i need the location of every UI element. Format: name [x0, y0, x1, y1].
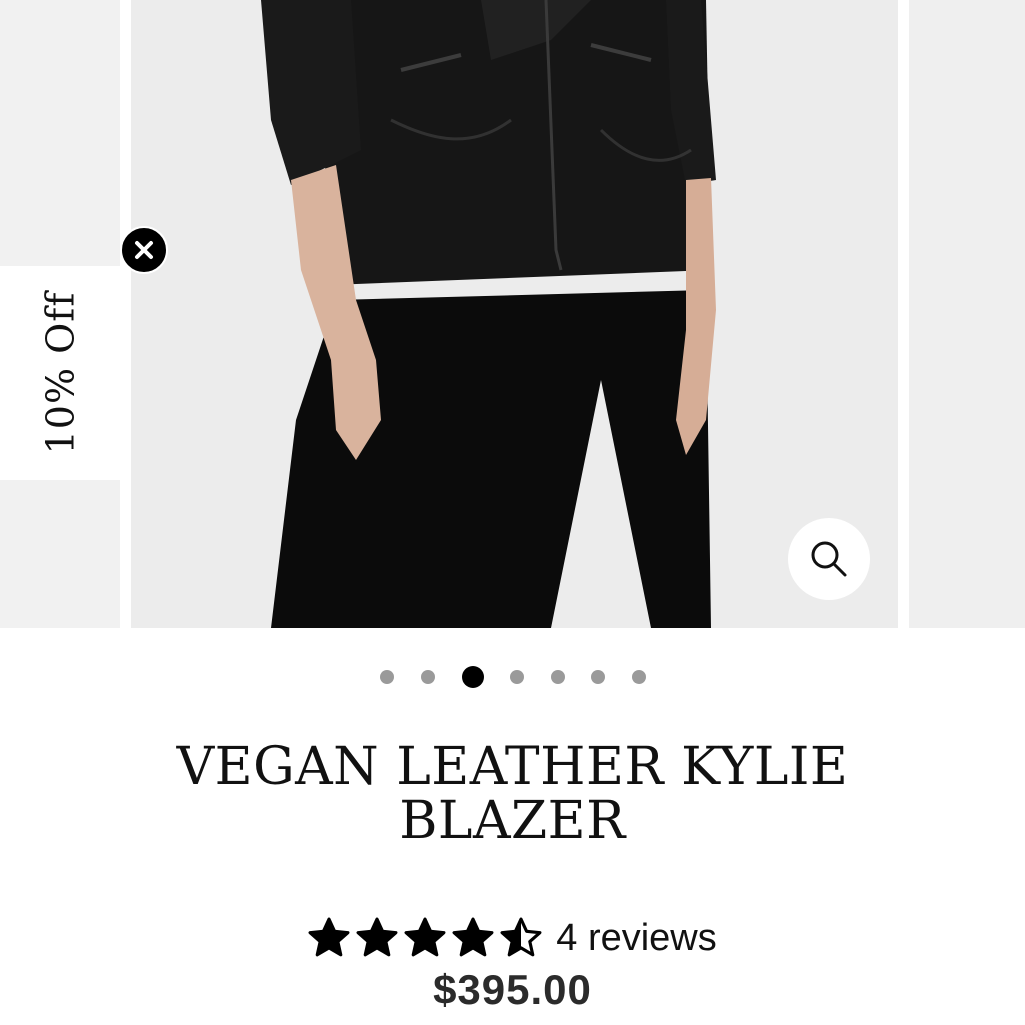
close-discount-button[interactable] — [120, 226, 168, 274]
close-icon — [135, 241, 153, 259]
product-image-carousel[interactable]: 10% Off — [0, 0, 1025, 628]
star-half-icon — [500, 917, 542, 957]
product-price: $395.00 — [433, 966, 592, 1013]
pagination-dot[interactable] — [421, 670, 435, 684]
pagination-dot[interactable] — [591, 670, 605, 684]
pagination-dot[interactable] — [380, 670, 394, 684]
pagination-dot[interactable] — [510, 670, 524, 684]
star-full-icon — [356, 917, 398, 957]
carousel-pagination — [0, 666, 1025, 688]
star-full-icon — [404, 917, 446, 957]
product-image[interactable] — [131, 0, 898, 628]
reviews-link[interactable]: 4 reviews — [556, 917, 717, 960]
magnifier-icon — [811, 541, 847, 577]
pagination-dot-active[interactable] — [462, 666, 484, 688]
rating-stars — [308, 917, 542, 959]
pagination-dot[interactable] — [551, 670, 565, 684]
star-full-icon — [452, 917, 494, 957]
product-title: VEGAN LEATHER KYLIE BLAZER — [176, 737, 849, 851]
product-rating[interactable]: 4 reviews — [0, 914, 1025, 962]
pagination-dot[interactable] — [632, 670, 646, 684]
next-slide-preview[interactable] — [909, 0, 1025, 628]
discount-tab[interactable]: 10% Off — [0, 266, 120, 480]
star-full-icon — [308, 917, 350, 957]
discount-tab-label: 10% Off — [38, 291, 83, 455]
zoom-button[interactable] — [788, 518, 870, 600]
product-photo — [131, 0, 898, 628]
